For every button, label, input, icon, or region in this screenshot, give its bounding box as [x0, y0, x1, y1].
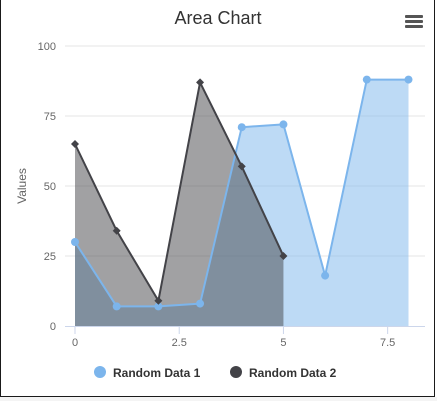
data-point-series-2[interactable]: [196, 78, 205, 87]
x-tick-label: 5: [280, 337, 286, 349]
legend[interactable]: Random Data 1 Random Data 2: [94, 366, 337, 380]
x-ticks: 0 2.5 5 7.5: [72, 326, 395, 349]
y-axis-label: Values: [15, 168, 29, 204]
data-point-series-1[interactable]: [362, 75, 371, 84]
data-point-series-2[interactable]: [71, 140, 79, 148]
y-tick-label: 75: [44, 111, 56, 123]
menu-icon-bar: [405, 15, 423, 18]
y-tick-labels: 0 25 50 75 100: [38, 41, 56, 333]
x-tick-label: 7.5: [380, 337, 395, 349]
data-point-series-1[interactable]: [196, 299, 205, 308]
menu-icon-bar: [405, 25, 423, 28]
x-tick-label: 0: [72, 337, 78, 349]
legend-symbol: [94, 366, 106, 378]
y-tick-label: 25: [44, 251, 56, 263]
y-tick-label: 0: [50, 321, 56, 333]
y-tick-label: 50: [44, 181, 56, 193]
area-chart: Area Chart Values 0 25 50 75 100 0 2.5 5 7.5 Ra…: [15, 8, 425, 380]
data-point-series-1[interactable]: [112, 302, 121, 311]
legend-label: Random Data 2: [249, 366, 337, 380]
y-tick-label: 100: [38, 41, 56, 53]
data-point-series-1[interactable]: [321, 271, 330, 280]
data-point-series-1[interactable]: [71, 238, 79, 246]
legend-item-2[interactable]: Random Data 2: [230, 366, 337, 380]
x-tick-label: 2.5: [172, 337, 187, 349]
chart-title: Area Chart: [174, 8, 261, 28]
menu-icon-bar: [405, 20, 423, 23]
legend-symbol: [230, 366, 242, 378]
data-point-series-1[interactable]: [404, 75, 413, 84]
menu-icon[interactable]: [405, 15, 423, 28]
legend-item-1[interactable]: Random Data 1: [94, 366, 201, 380]
legend-label: Random Data 1: [113, 366, 201, 380]
data-point-series-1[interactable]: [237, 123, 246, 132]
data-point-series-1[interactable]: [279, 120, 288, 129]
